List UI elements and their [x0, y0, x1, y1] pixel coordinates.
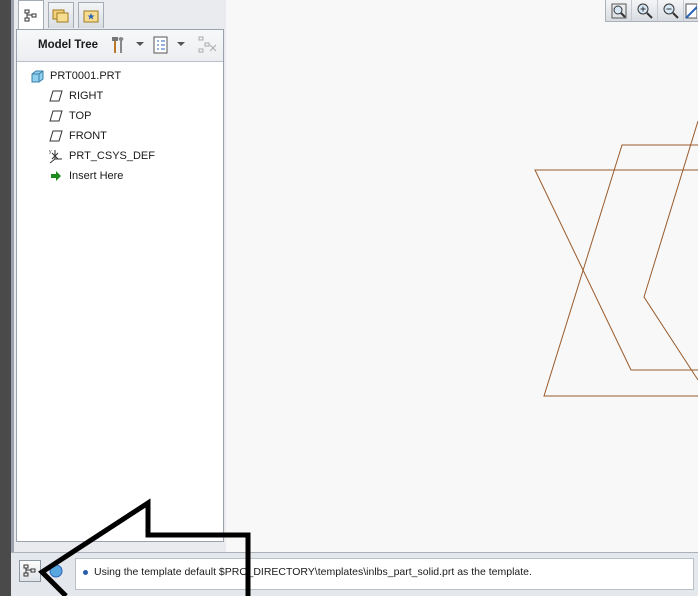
- list-view-icon: [153, 36, 168, 54]
- model-tree-icon: [24, 9, 37, 21]
- model-tree-icon: [23, 564, 36, 577]
- tree-item-front[interactable]: FRONT: [48, 127, 107, 145]
- datum-plane-edge: [643, 120, 698, 381]
- settings-tools-icon[interactable]: [109, 35, 127, 55]
- favorites-icon: [83, 10, 99, 22]
- datum-plane-icon: [48, 109, 64, 123]
- tree-filters-icon[interactable]: [197, 35, 219, 55]
- settings-dropdown-caret[interactable]: [136, 42, 144, 46]
- repaint-button[interactable]: [684, 0, 698, 21]
- tree-item-label: TOP: [69, 110, 92, 122]
- zoom-out-icon: [663, 3, 679, 19]
- show-icon[interactable]: [153, 35, 169, 55]
- model-tree-panel: Model Tree PRT0001.PRT RIGHT TOP FRONT y…: [16, 29, 224, 542]
- window-edge-inner: [11, 0, 14, 552]
- tree-item-right[interactable]: RIGHT: [48, 87, 103, 105]
- folder-browser-icon: [52, 9, 69, 22]
- refit-button[interactable]: [606, 0, 632, 21]
- datum-plane-edge: [543, 144, 698, 397]
- globe-icon: [49, 564, 63, 578]
- zoom-in-icon: [637, 3, 653, 19]
- tree-item-part[interactable]: PRT0001.PRT: [29, 67, 121, 85]
- view-toolbar: [605, 0, 698, 22]
- model-tree-title: Model Tree: [38, 39, 99, 51]
- tree-item-label: Insert Here: [69, 170, 124, 182]
- tab-model-tree[interactable]: [18, 0, 44, 30]
- zoom-in-button[interactable]: [632, 0, 658, 21]
- refit-icon: [611, 3, 626, 18]
- tree-item-label: FRONT: [69, 130, 107, 142]
- message-bullet-icon: [83, 570, 88, 575]
- datum-plane-icon: [48, 89, 64, 103]
- tree-item-csys[interactable]: y PRT_CSYS_DEF: [48, 147, 155, 165]
- toggle-navigator-button[interactable]: [19, 560, 41, 582]
- show-dropdown-caret[interactable]: [177, 42, 185, 46]
- insert-arrow-icon: [48, 169, 64, 183]
- tree-item-label: RIGHT: [69, 90, 104, 102]
- svg-text:y: y: [49, 149, 52, 155]
- hammer-wrench-icon: [112, 37, 124, 53]
- part-icon: [29, 69, 45, 83]
- tree-item-label: PRT_CSYS_DEF: [69, 150, 155, 162]
- filter-tree-icon: [198, 36, 217, 53]
- coordinate-system-icon: y: [48, 149, 64, 164]
- tree-item-label: PRT0001.PRT: [50, 70, 122, 82]
- status-bar: Using the template default $PRO_DIRECTOR…: [11, 552, 698, 596]
- tree-item-top[interactable]: TOP: [48, 107, 91, 125]
- tab-favorites[interactable]: [78, 2, 104, 28]
- toggle-browser-button[interactable]: [45, 560, 67, 582]
- window-edge: [0, 0, 11, 596]
- tab-folder-browser[interactable]: [48, 2, 74, 28]
- message-area: Using the template default $PRO_DIRECTOR…: [75, 558, 694, 590]
- model-tree-header: Model Tree: [17, 30, 223, 62]
- status-message: Using the template default $PRO_DIRECTOR…: [94, 566, 532, 578]
- tree-item-insert-here[interactable]: Insert Here: [48, 167, 123, 185]
- repaint-icon: [685, 3, 697, 19]
- datum-planes-display: [534, 120, 698, 397]
- datum-plane-icon: [48, 129, 64, 143]
- zoom-out-button[interactable]: [658, 0, 684, 21]
